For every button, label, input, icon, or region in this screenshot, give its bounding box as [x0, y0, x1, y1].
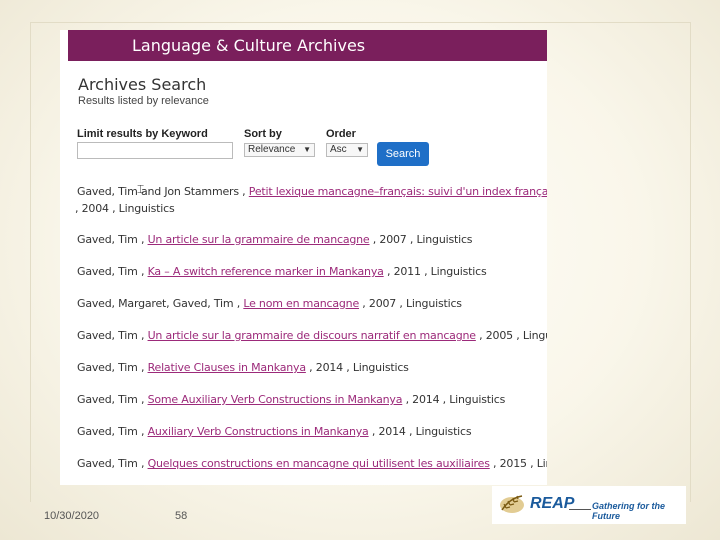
keyword-label: Limit results by Keyword: [77, 128, 208, 140]
result-link[interactable]: Relative Clauses in Mankanya: [148, 361, 307, 374]
sort-label: Sort by: [244, 128, 282, 140]
result-link[interactable]: Un article sur la grammaire de mancagne: [148, 233, 370, 246]
result-item: Gaved, Tim , Auxiliary Verb Construction…: [77, 425, 472, 438]
logo-tagline: Gathering for the Future: [592, 501, 666, 521]
result-link[interactable]: Quelques constructions en mancagne qui u…: [148, 457, 490, 470]
frame-right-line: [690, 22, 691, 502]
frame-left-line: [30, 22, 31, 502]
site-title: Language & Culture Archives: [132, 36, 366, 55]
site-header: Language & Culture Archives: [68, 30, 547, 61]
result-link[interactable]: Un article sur la grammaire de discours …: [148, 329, 476, 342]
search-button[interactable]: Search: [377, 142, 429, 166]
screenshot-panel: Language & Culture Archives Archives Sea…: [60, 30, 547, 485]
result-item: Gaved, Tim , Some Auxiliary Verb Constru…: [77, 393, 506, 406]
chevron-down-icon: ▼: [303, 145, 311, 154]
result-item: Gaved, Tim , Quelques constructions en m…: [77, 457, 547, 470]
sort-value: Relevance: [248, 144, 296, 155]
logo-name: REAP: [530, 495, 575, 512]
result-item: Gaved, Tim and Jon Stammers , Petit lexi…: [77, 185, 547, 198]
result-link[interactable]: Le nom en mancagne: [243, 297, 359, 310]
result-link[interactable]: Ka – A switch reference marker in Mankan…: [148, 265, 384, 278]
slide-date: 10/30/2020: [44, 510, 100, 522]
result-item: Gaved, Tim , Un article sur la grammaire…: [77, 233, 473, 246]
page-subtitle: Results listed by relevance: [78, 95, 209, 107]
sort-select[interactable]: Relevance ▼: [244, 143, 315, 157]
result-item-continuation: , 2004 , Linguistics: [75, 202, 175, 215]
order-value: Asc: [330, 144, 347, 155]
page-title: Archives Search: [78, 75, 207, 94]
result-item: Gaved, Tim , Ka – A switch reference mar…: [77, 265, 487, 278]
chevron-down-icon: ▼: [356, 145, 364, 154]
result-link[interactable]: Auxiliary Verb Constructions in Mankanya: [148, 425, 369, 438]
slide-page-number: 58: [175, 510, 188, 522]
result-link[interactable]: Some Auxiliary Verb Constructions in Man…: [148, 393, 403, 406]
result-item: Gaved, Margaret, Gaved, Tim , Le nom en …: [77, 297, 462, 310]
logo-divider: [569, 509, 591, 510]
result-link[interactable]: Petit lexique mancagne–français: suivi d…: [249, 185, 547, 198]
frame-top-line: [30, 22, 690, 23]
reap-logo: REAP Gathering for the Future: [492, 486, 686, 524]
keyword-input[interactable]: [77, 142, 233, 159]
order-label: Order: [326, 128, 356, 140]
wheat-logo-icon: [500, 495, 524, 513]
result-item: Gaved, Tim , Un article sur la grammaire…: [77, 329, 547, 342]
order-select[interactable]: Asc ▼: [326, 143, 368, 157]
mouse-cursor-icon: ⌶: [137, 182, 145, 196]
result-item: Gaved, Tim , Relative Clauses in Mankany…: [77, 361, 409, 374]
